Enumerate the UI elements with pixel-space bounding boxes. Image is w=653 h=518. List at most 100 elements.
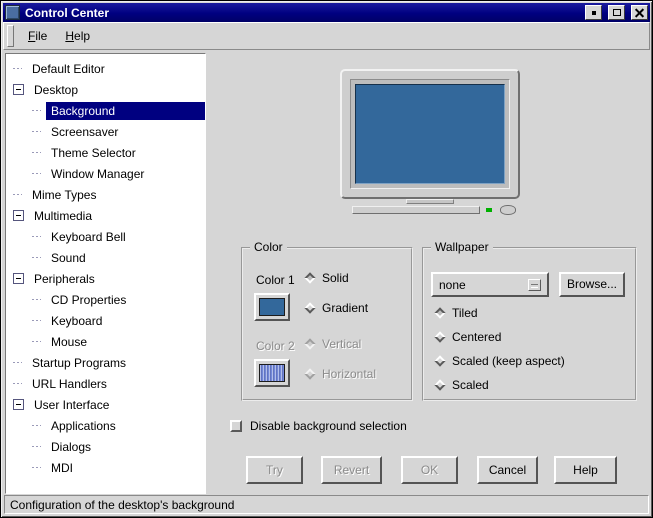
sidebar-item-peripherals[interactable]: Peripherals [6, 268, 205, 289]
radio-label: Scaled (keep aspect) [452, 354, 565, 368]
radio-button-icon [434, 331, 445, 342]
sidebar-item-keyboard[interactable]: Keyboard [6, 310, 205, 331]
menu-file[interactable]: File [19, 25, 56, 47]
sidebar-item-default-editor[interactable]: Default Editor [6, 58, 205, 79]
sidebar-item-startup-programs[interactable]: Startup Programs [6, 352, 205, 373]
collapse-expander-icon[interactable] [13, 84, 24, 95]
close-icon [635, 8, 644, 17]
sidebar-item-mdi[interactable]: MDI [6, 457, 205, 478]
tree-branch-icon [32, 110, 41, 111]
sidebar-item-label: CD Properties [46, 291, 131, 309]
minimize-button[interactable] [585, 5, 602, 20]
window-title: Control Center [25, 6, 579, 20]
menu-help-label: Help [65, 29, 90, 43]
radio-scaled[interactable]: Scaled [433, 377, 489, 393]
radio-gradient[interactable]: Gradient [303, 300, 368, 316]
collapse-expander-icon[interactable] [13, 399, 24, 410]
radio-horizontal[interactable]: Horizontal [303, 366, 376, 382]
radio-label: Vertical [322, 337, 361, 351]
monitor-preview [340, 69, 520, 199]
power-led [486, 208, 492, 212]
tree-branch-icon [32, 341, 41, 342]
sidebar-item-label: Background [46, 102, 205, 120]
radio-centered[interactable]: Centered [433, 329, 501, 345]
cancel-button[interactable]: Cancel [477, 456, 538, 484]
wallpaper-group-title: Wallpaper [431, 240, 493, 254]
color2-swatch [259, 364, 285, 382]
help-button-label: Help [573, 463, 598, 477]
sidebar-item-label: Default Editor [27, 60, 110, 78]
wallpaper-select[interactable]: none [431, 272, 549, 297]
sidebar-item-label: Multimedia [29, 207, 97, 225]
sidebar-item-theme-selector[interactable]: Theme Selector [6, 142, 205, 163]
sidebar-item-dialogs[interactable]: Dialogs [6, 436, 205, 457]
tree-branch-icon [32, 446, 41, 447]
sidebar-item-mime-types[interactable]: Mime Types [6, 184, 205, 205]
sidebar-item-background[interactable]: Background [6, 100, 205, 121]
radio-button-icon [434, 379, 445, 390]
sidebar-item-label: Applications [46, 417, 121, 435]
color1-swatch [259, 298, 285, 316]
maximize-button[interactable] [608, 5, 625, 20]
mouse-graphic [500, 205, 516, 215]
collapse-expander-icon[interactable] [13, 273, 24, 284]
monitor-screen-preview [355, 84, 505, 184]
radio-button-icon [304, 368, 315, 379]
radio-vertical[interactable]: Vertical [303, 336, 361, 352]
help-button[interactable]: Help [554, 456, 617, 484]
tree-branch-icon [13, 362, 22, 363]
tree-branch-icon [32, 257, 41, 258]
revert-button[interactable]: Revert [321, 456, 382, 484]
sidebar-item-label: User Interface [29, 396, 114, 414]
menubar-grip-handle[interactable] [7, 25, 14, 47]
sidebar-item-label: URL Handlers [27, 375, 112, 393]
sidebar-item-label: Mime Types [27, 186, 101, 204]
menu-help[interactable]: Help [56, 25, 99, 47]
color2-label: Color 2 [256, 339, 295, 353]
color1-picker-button[interactable] [254, 293, 290, 321]
sidebar-item-screensaver[interactable]: Screensaver [6, 121, 205, 142]
radio-button-icon [304, 272, 315, 283]
tree-branch-icon [32, 173, 41, 174]
radio-button-icon [434, 355, 445, 366]
sidebar-item-keyboard-bell[interactable]: Keyboard Bell [6, 226, 205, 247]
color-group-title: Color [250, 240, 287, 254]
sidebar-item-sound[interactable]: Sound [6, 247, 205, 268]
tree-branch-icon [32, 131, 41, 132]
sidebar-item-label: Sound [46, 249, 91, 267]
sidebar-item-label: Mouse [46, 333, 92, 351]
radio-label: Centered [452, 330, 501, 344]
checkbox-icon [230, 420, 242, 432]
close-button[interactable] [631, 5, 648, 20]
disable-background-checkbox[interactable]: Disable background selection [230, 419, 407, 433]
sidebar-item-label: Theme Selector [46, 144, 141, 162]
radio-solid[interactable]: Solid [303, 270, 349, 286]
control-center-window: Control Center File Help Default Editor … [0, 0, 653, 518]
radio-label: Solid [322, 271, 349, 285]
sidebar-item-applications[interactable]: Applications [6, 415, 205, 436]
titlebar[interactable]: Control Center [3, 3, 650, 22]
color2-picker-button[interactable] [254, 359, 290, 387]
radio-scaled-keep-aspect[interactable]: Scaled (keep aspect) [433, 353, 565, 369]
sidebar-item-multimedia[interactable]: Multimedia [6, 205, 205, 226]
try-button-label: Try [266, 463, 283, 477]
sidebar-item-window-manager[interactable]: Window Manager [6, 163, 205, 184]
browse-button[interactable]: Browse... [559, 272, 625, 297]
checkbox-label: Disable background selection [250, 419, 407, 433]
maximize-icon [613, 9, 621, 16]
collapse-expander-icon[interactable] [13, 210, 24, 221]
ok-button[interactable]: OK [401, 456, 458, 484]
sidebar-item-label: Screensaver [46, 123, 123, 141]
radio-tiled[interactable]: Tiled [433, 305, 478, 321]
color-group: Color Color 1 Solid Gradient Color 2 Ver… [241, 247, 413, 401]
try-button[interactable]: Try [246, 456, 303, 484]
sidebar-item-label: Keyboard [46, 312, 107, 330]
sidebar-item-user-interface[interactable]: User Interface [6, 394, 205, 415]
sidebar-item-url-handlers[interactable]: URL Handlers [6, 373, 205, 394]
sidebar-item-desktop[interactable]: Desktop [6, 79, 205, 100]
wallpaper-group: Wallpaper none Browse... Tiled Centered … [422, 247, 637, 401]
sidebar-item-cd-properties[interactable]: CD Properties [6, 289, 205, 310]
cancel-button-label: Cancel [489, 463, 526, 477]
sidebar-item-mouse[interactable]: Mouse [6, 331, 205, 352]
tree-branch-icon [13, 194, 22, 195]
